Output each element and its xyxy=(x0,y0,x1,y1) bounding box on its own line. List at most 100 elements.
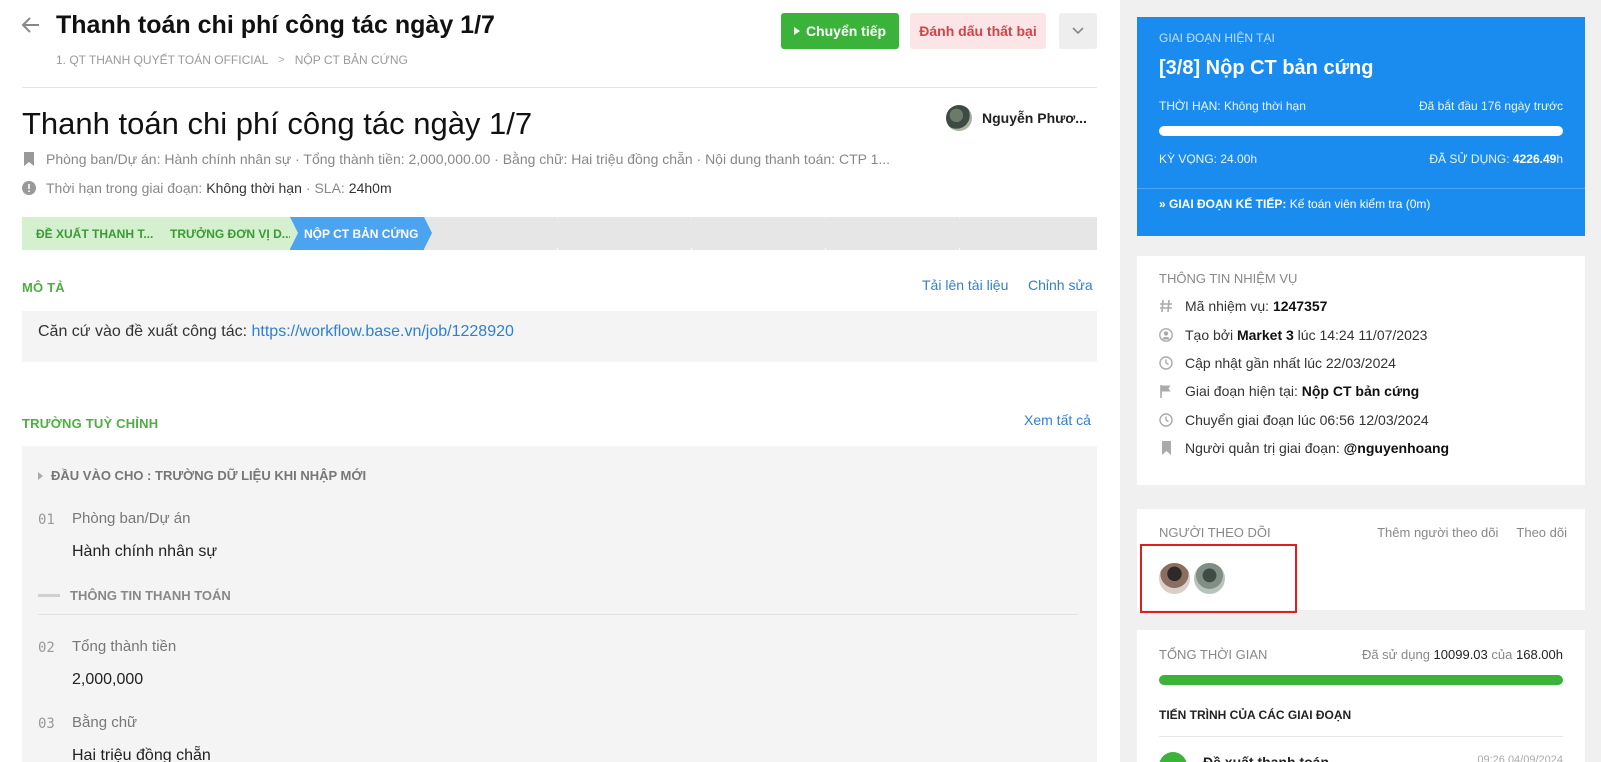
chevron-down-icon xyxy=(1072,27,1084,35)
clock-icon xyxy=(1159,356,1173,370)
user-circle-icon xyxy=(1159,328,1173,342)
current-stage-card: GIAI ĐOẠN HIỆN TẠI [3/8] Nộp CT bản cứng… xyxy=(1137,17,1585,236)
info-prefix: Giai đoạn hiện tại: xyxy=(1185,383,1302,399)
next-stage-value: Kế toán viên kiểm tra (0m) xyxy=(1289,197,1431,211)
upload-document-link[interactable]: Tải lên tài liệu xyxy=(922,277,1008,293)
custom-fields-panel: ĐẦU VÀO CHO : TRƯỜNG DỮ LIỆU KHI NHẬP MỚ… xyxy=(22,446,1097,762)
subgroup-divider xyxy=(38,614,1078,615)
clock-icon xyxy=(1159,413,1173,427)
stage-time-row: KỲ VỌNG: 24.00h ĐÃ SỬ DỤNG: 4226.49h xyxy=(1159,152,1563,166)
edit-description-link[interactable]: Chỉnh sửa xyxy=(1028,277,1093,293)
add-follower-link[interactable]: Thêm người theo dõi xyxy=(1377,525,1498,540)
of-label: của xyxy=(1491,647,1513,662)
breadcrumb-item[interactable]: NỘP CT BẢN CỨNG xyxy=(295,53,408,67)
total-time-label: TỔNG THỜI GIAN xyxy=(1159,647,1268,662)
followers-label: NGƯỜI THEO DÕI xyxy=(1159,525,1271,540)
task-title: Thanh toán chi phí công tác ngày 1/7 xyxy=(22,106,533,141)
alert-circle-icon xyxy=(22,181,36,195)
info-row-updated: Cập nhật gần nhất lúc 22/03/2024 xyxy=(1159,355,1396,371)
task-deadline: Thời hạn trong giai đoạn: Không thời hạn… xyxy=(22,180,392,196)
field-label: Bằng chữ xyxy=(72,714,138,731)
view-all-link[interactable]: Xem tất cả xyxy=(1024,412,1091,428)
info-bold[interactable]: Market 3 xyxy=(1237,327,1294,343)
used-time: ĐÃ SỬ DỤNG: 4226.49h xyxy=(1429,152,1563,166)
flag-icon xyxy=(1159,384,1173,398)
stage-started: Đã bắt đầu 176 ngày trước xyxy=(1419,99,1563,113)
task-meta-summary: Phòng ban/Dự án: Hành chính nhân sự · Tổ… xyxy=(22,151,890,167)
owner-name: Nguyễn Phươ... xyxy=(982,110,1087,126)
stage-step[interactable] xyxy=(826,217,967,250)
breadcrumb-item[interactable]: 1. QT THANH QUYẾT TOÁN OFFICIAL xyxy=(56,53,268,67)
info-text: Giai đoạn hiện tại: Nộp CT bản cứng xyxy=(1185,383,1419,399)
caret-right-icon xyxy=(38,471,43,480)
expected-time: KỲ VỌNG: 24.00h xyxy=(1159,152,1257,166)
deadline-label: Thời hạn trong giai đoạn: xyxy=(46,180,203,196)
stage-step[interactable]: ĐỀ XUẤT THANH T... xyxy=(22,217,164,250)
task-owner[interactable]: Nguyễn Phươ... xyxy=(946,105,1087,131)
info-prefix: Người quản trị giai đoạn: xyxy=(1185,440,1344,456)
info-row-stage-admin: Người quản trị giai đoạn: @nguyenhoang xyxy=(1159,440,1449,456)
custom-fields-section-label: TRƯỜNG TUỲ CHỈNH xyxy=(22,416,159,431)
sla-label: · SLA: xyxy=(305,180,345,196)
field-subgroup: THÔNG TIN THANH TOÁN xyxy=(38,588,231,603)
next-stage[interactable]: » GIAI ĐOẠN KẾ TIẾP: Kế toán viên kiểm t… xyxy=(1159,197,1430,211)
field-number: 03 xyxy=(38,716,55,732)
main-panel: Thanh toán chi phí công tác ngày 1/7 1. … xyxy=(0,0,1120,762)
stage-step[interactable] xyxy=(960,217,1097,250)
used-label: ĐÃ SỬ DỤNG: xyxy=(1429,152,1510,166)
meta-summary-text: Phòng ban/Dự án: Hành chính nhân sự · Tổ… xyxy=(46,151,891,167)
sla-value: 24h0m xyxy=(348,180,392,196)
stage-progress-bar xyxy=(1159,126,1563,136)
stage-step-current[interactable]: NỘP CT BẢN CỨNG xyxy=(290,217,432,250)
field-subgroup-label: THÔNG TIN THANH TOÁN xyxy=(70,588,231,603)
field-value: Hành chính nhân sự xyxy=(72,543,218,560)
info-row-stage-moved: Chuyển giai đoạn lúc 06:56 12/03/2024 xyxy=(1159,412,1429,428)
page-title: Thanh toán chi phí công tác ngày 1/7 xyxy=(56,11,495,39)
info-suffix: lúc 14:24 11/07/2023 xyxy=(1293,327,1428,343)
info-row-created-by: Tạo bởi Market 3 lúc 14:24 11/07/2023 xyxy=(1159,327,1427,343)
header-divider xyxy=(22,87,1097,88)
field-group-toggle[interactable]: ĐẦU VÀO CHO : TRƯỜNG DỮ LIỆU KHI NHẬP MỚ… xyxy=(38,468,366,483)
info-bold[interactable]: @nguyenhoang xyxy=(1344,440,1449,456)
field-value: Hai triệu đồng chẵn xyxy=(72,747,211,762)
info-bold: Nộp CT bản cứng xyxy=(1301,383,1420,399)
breadcrumb: 1. QT THANH QUYẾT TOÁN OFFICIAL > NỘP CT… xyxy=(56,53,408,67)
stage-progress-bar: ĐỀ XUẤT THANH T... TRƯỞNG ĐƠN VỊ D... NỘ… xyxy=(22,217,1097,250)
info-text: Người quản trị giai đoạn: @nguyenhoang xyxy=(1185,440,1449,456)
stage-step[interactable]: TRƯỞNG ĐƠN VỊ D... xyxy=(156,217,298,250)
stage-status-dot xyxy=(1159,752,1187,762)
stage-step[interactable] xyxy=(692,217,833,250)
current-stage-label: GIAI ĐOẠN HIỆN TẠI xyxy=(1159,31,1275,45)
field-label: Phòng ban/Dự án xyxy=(72,510,191,527)
field-group-label: ĐẦU VÀO CHO : TRƯỜNG DỮ LIỆU KHI NHẬP MỚ… xyxy=(51,468,367,483)
more-options-button[interactable] xyxy=(1059,13,1097,49)
stage-card-divider xyxy=(1137,188,1585,189)
follow-link[interactable]: Theo dõi xyxy=(1516,525,1567,540)
mark-failed-button[interactable]: Đánh dấu thất bại xyxy=(910,13,1046,49)
description-text: Căn cứ vào đề xuất công tác: xyxy=(38,323,252,340)
stage-progress-label: TIẾN TRÌNH CỦA CÁC GIAI ĐOẠN xyxy=(1159,708,1352,722)
stage-step[interactable] xyxy=(558,217,699,250)
stage-deadline-value: Không thời hạn xyxy=(1223,99,1306,113)
description-link[interactable]: https://workflow.base.vn/job/1228920 xyxy=(252,323,514,340)
description-section-label: MÔ TẢ xyxy=(22,280,65,295)
info-bold: 1247357 xyxy=(1272,298,1328,314)
bookmark-icon xyxy=(1159,441,1173,455)
next-stage-label: » GIAI ĐOẠN KẾ TIẾP: xyxy=(1159,197,1287,211)
stage-deadline: THỜI HẠN: Không thời hạn xyxy=(1159,99,1306,113)
followers-actions: Thêm người theo dõi Theo dõi xyxy=(1377,525,1567,540)
highlight-box xyxy=(1140,544,1297,613)
used-prefix: Đã sử dụng xyxy=(1361,647,1430,662)
info-row-task-id: Mã nhiệm vụ: 1247357 xyxy=(1159,298,1327,314)
bookmark-icon xyxy=(22,152,36,166)
forward-button[interactable]: Chuyển tiếp xyxy=(781,13,899,49)
stage-deadline-row: THỜI HẠN: Không thời hạn Đã bắt đầu 176 … xyxy=(1159,99,1563,113)
avatar xyxy=(946,105,972,131)
back-arrow-icon[interactable] xyxy=(20,14,42,36)
right-sidebar: GIAI ĐOẠN HIỆN TẠI [3/8] Nộp CT bản cứng… xyxy=(1120,0,1601,762)
expected-label: KỲ VỌNG: xyxy=(1159,152,1218,166)
total-value: 168.00h xyxy=(1516,647,1563,662)
deadline-value: Không thời hạn xyxy=(206,180,302,196)
stage-step[interactable] xyxy=(424,217,565,250)
info-text: Chuyển giai đoạn lúc 06:56 12/03/2024 xyxy=(1185,412,1429,428)
